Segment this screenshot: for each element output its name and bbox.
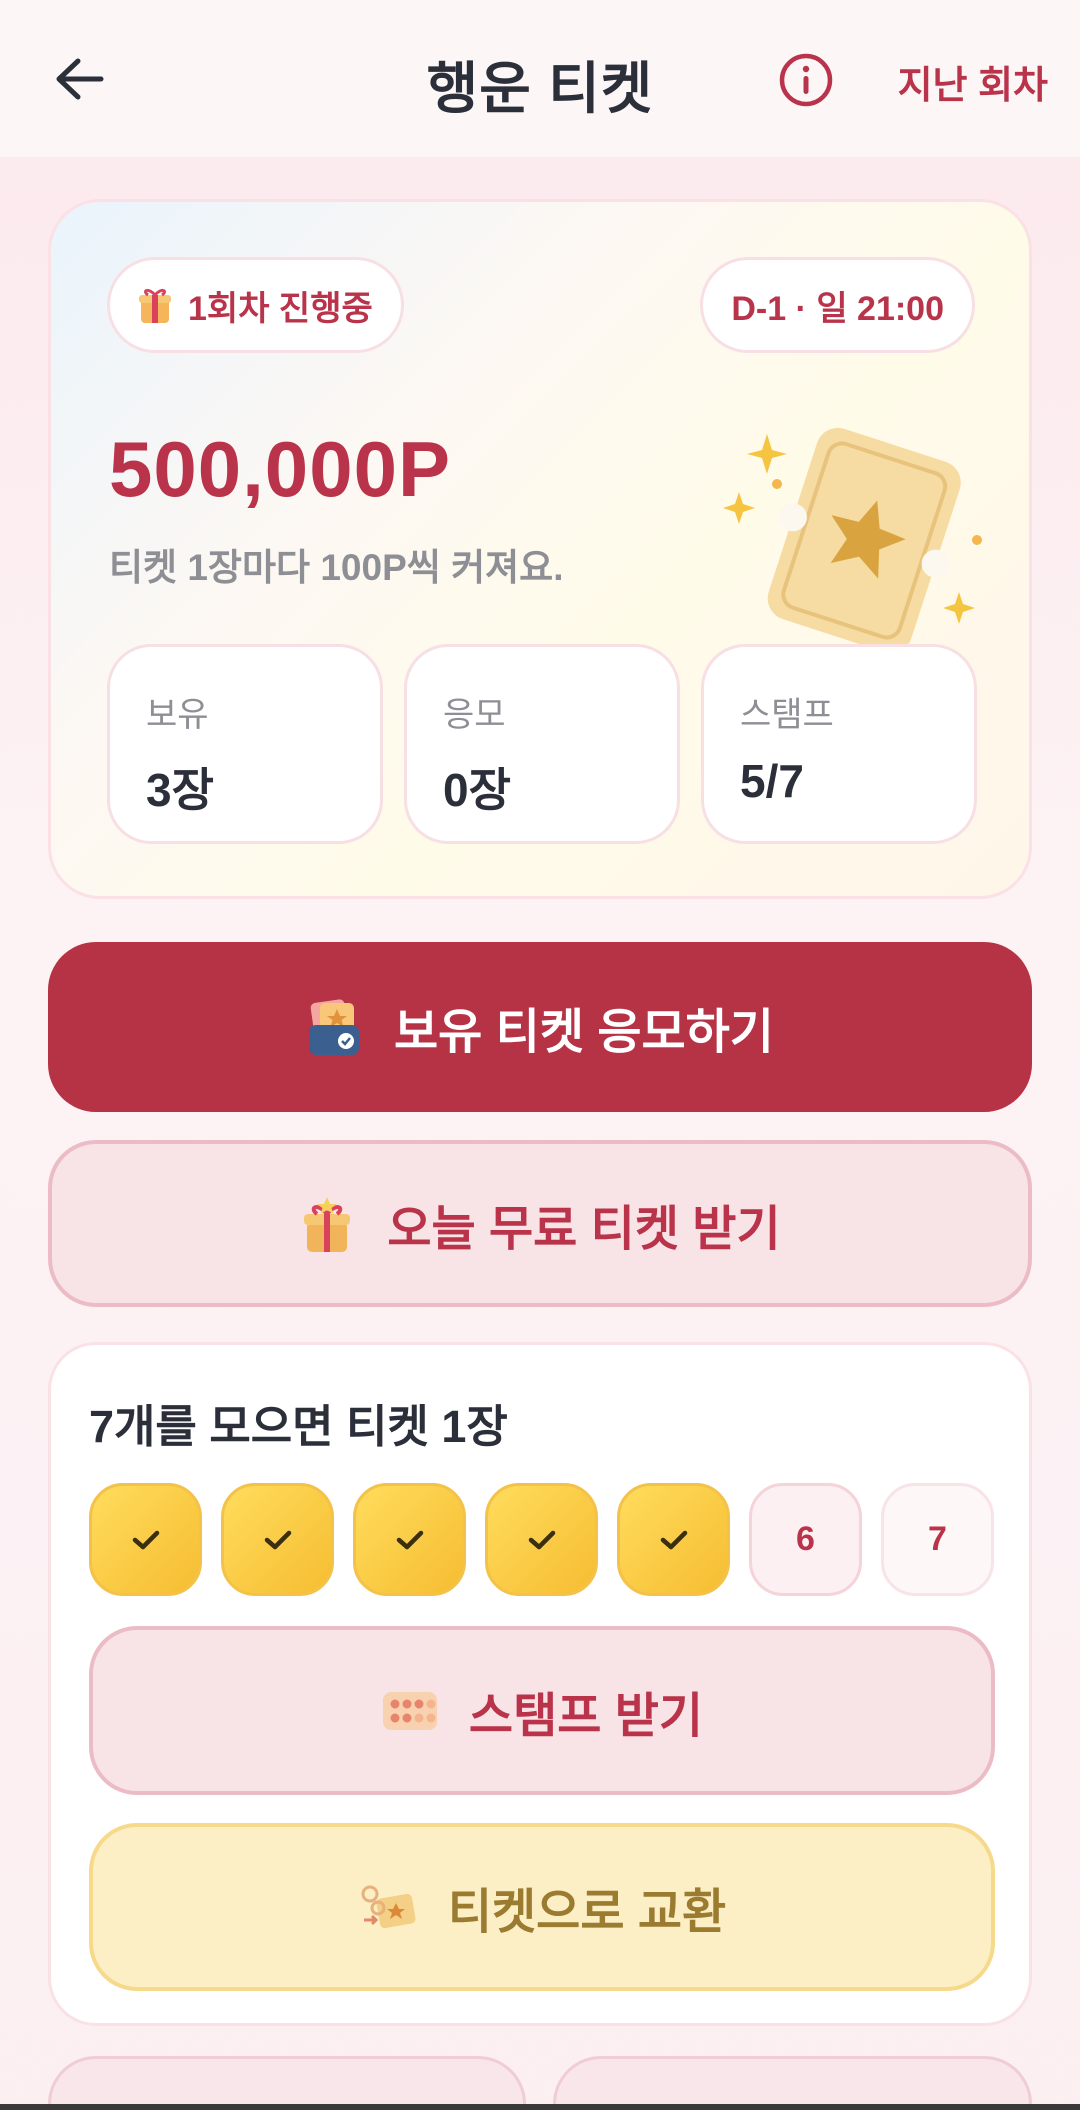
check-icon	[528, 1530, 555, 1549]
deadline-badge: D-1 · 일 21:00	[700, 257, 975, 353]
get-stamp-label: 스탬프 받기	[468, 1689, 704, 1743]
enter-tickets-label: 보유 티켓 응모하기	[394, 1006, 774, 1059]
exchange-ticket-button[interactable]: 티켓으로 교환	[89, 1823, 995, 1991]
deadline-text: D-1 · 일 21:00	[731, 289, 944, 328]
stat-label: 스탬프	[740, 696, 834, 734]
back-button[interactable]	[52, 52, 106, 106]
check-icon	[660, 1530, 687, 1549]
enter-tickets-button[interactable]: 보유 티켓 응모하기	[48, 942, 1032, 1112]
system-nav-bar	[0, 2104, 1080, 2110]
top-app-bar: 행운 티켓 지난 회차	[0, 0, 1080, 157]
jackpot-description: 티켓 1장마다 100P씩 커져요.	[109, 547, 564, 588]
jackpot-card: 1회차 진행중 D-1 · 일 21:00 500,000P 티켓 1장마다 1…	[48, 199, 1032, 899]
stamp-slot-collected	[485, 1483, 598, 1596]
stamp-card: 7개를 모으면 티켓 1장 6 7 스탬프 받기 티켓으로 교환	[48, 1342, 1032, 2026]
check-icon	[264, 1530, 291, 1549]
bottom-card-right[interactable]	[553, 2056, 1032, 2110]
stat-value: 0장	[443, 764, 511, 816]
stamp-slot-collected	[89, 1483, 202, 1596]
stamp-slot-collected	[353, 1483, 466, 1596]
stamp-slot-empty: 7	[881, 1483, 994, 1596]
jackpot-amount: 500,000P	[109, 425, 451, 513]
stamp-board-icon	[382, 1691, 437, 1730]
round-status-text: 1회차 진행중	[188, 289, 373, 328]
stat-label: 보유	[146, 696, 209, 734]
stat-value: 3장	[146, 764, 214, 816]
info-button[interactable]	[778, 52, 834, 108]
check-icon	[396, 1530, 423, 1549]
arrow-left-icon	[56, 58, 104, 100]
round-status-badge: 1회차 진행중	[107, 257, 404, 353]
past-rounds-link[interactable]: 지난 회차	[898, 54, 1048, 109]
gift-box-icon	[139, 288, 171, 323]
free-ticket-button[interactable]: 오늘 무료 티켓 받기	[48, 1140, 1032, 1307]
gift-box-icon	[304, 1196, 351, 1252]
bottom-card-left[interactable]	[48, 2056, 526, 2110]
check-icon	[132, 1530, 159, 1549]
ticket-wallet-icon	[309, 999, 360, 1055]
stamp-progress-stat: 스탬프 5/7	[701, 644, 977, 844]
free-ticket-label: 오늘 무료 티켓 받기	[387, 1202, 781, 1256]
stamp-card-title: 7개를 모으면 티켓 1장	[89, 1401, 508, 1452]
star-ticket-icon	[723, 427, 982, 652]
owned-tickets-stat: 보유 3장	[107, 644, 383, 844]
get-stamp-button[interactable]: 스탬프 받기	[89, 1626, 995, 1795]
stat-value: 5/7	[740, 755, 804, 807]
stamp-slots: 6 7	[89, 1483, 994, 1596]
info-icon	[779, 53, 833, 107]
exchange-ticket-label: 티켓으로 교환	[447, 1886, 727, 1939]
entered-tickets-stat: 응모 0장	[404, 644, 680, 844]
exchange-ticket-icon	[361, 1885, 416, 1929]
stamp-slot-collected	[221, 1483, 334, 1596]
stamp-slot-collected	[617, 1483, 730, 1596]
stamp-slot-empty: 6	[749, 1483, 862, 1596]
stat-label: 응모	[443, 696, 506, 734]
